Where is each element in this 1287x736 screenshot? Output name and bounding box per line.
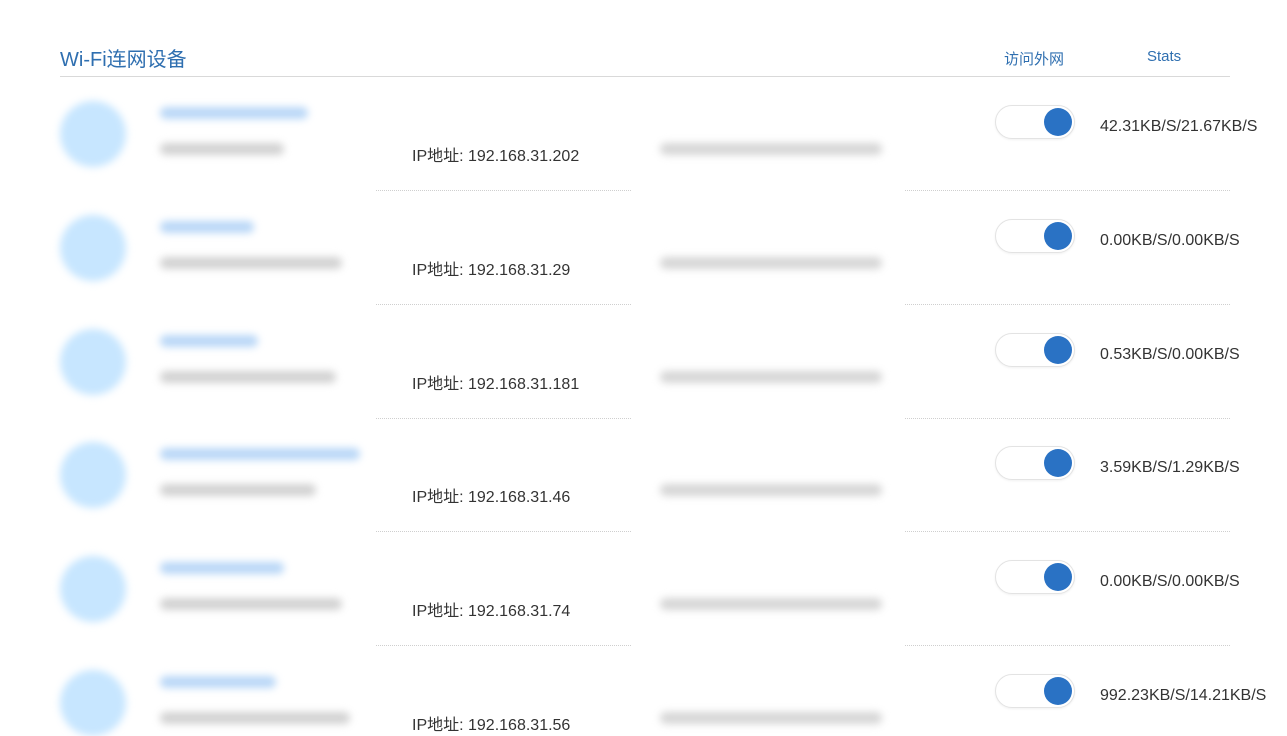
device-traffic-stats: 0.00KB/S/0.00KB/S (1100, 232, 1240, 249)
device-row: IP地址: 192.168.31.202 42.31KB/S/21.67KB/S (0, 87, 1287, 201)
device-ip-address: IP地址: 192.168.31.202 (412, 148, 580, 165)
device-avatar-icon (60, 442, 126, 508)
toggle-knob (1044, 677, 1072, 705)
device-list-header: Wi-Fi连网设备 访问外网 Stats (60, 36, 1230, 77)
device-traffic-stats: 42.31KB/S/21.67KB/S (1100, 118, 1258, 135)
device-row: IP地址: 192.168.31.46 3.59KB/S/1.29KB/S (0, 428, 1287, 542)
device-mac-redacted (660, 712, 882, 724)
device-row: IP地址: 192.168.31.56 992.23KB/S/14.21KB/S (0, 656, 1287, 736)
device-avatar-icon (60, 556, 126, 622)
device-traffic-stats: 3.59KB/S/1.29KB/S (1100, 459, 1240, 476)
device-mac-redacted (660, 143, 882, 155)
internet-access-toggle[interactable] (995, 446, 1075, 480)
device-info-redacted (160, 598, 342, 610)
device-info-redacted (160, 257, 342, 269)
device-info-redacted (160, 484, 316, 496)
row-divider (376, 304, 631, 305)
toggle-knob (1044, 108, 1072, 136)
internet-access-toggle[interactable] (995, 219, 1075, 253)
device-row: IP地址: 192.168.31.29 0.00KB/S/0.00KB/S (0, 201, 1287, 315)
column-header-stats: Stats (1147, 48, 1182, 65)
device-info-redacted (160, 712, 350, 724)
row-divider (376, 418, 631, 419)
device-avatar-icon (60, 101, 126, 167)
toggle-knob (1044, 222, 1072, 250)
device-name-redacted (160, 448, 360, 460)
device-info-redacted (160, 371, 336, 383)
row-divider (905, 531, 1230, 532)
device-name-redacted (160, 335, 258, 347)
row-divider (376, 190, 631, 191)
row-divider (376, 531, 631, 532)
device-name-redacted (160, 676, 276, 688)
internet-access-toggle[interactable] (995, 560, 1075, 594)
device-row: IP地址: 192.168.31.74 0.00KB/S/0.00KB/S (0, 542, 1287, 656)
device-avatar-icon (60, 215, 126, 281)
device-ip-address: IP地址: 192.168.31.29 (412, 262, 571, 279)
row-divider (905, 645, 1230, 646)
device-mac-redacted (660, 484, 882, 496)
toggle-knob (1044, 563, 1072, 591)
toggle-knob (1044, 449, 1072, 477)
internet-access-toggle[interactable] (995, 105, 1075, 139)
device-avatar-icon (60, 670, 126, 736)
device-name-redacted (160, 221, 254, 233)
toggle-knob (1044, 336, 1072, 364)
row-divider (376, 645, 631, 646)
page-title: Wi-Fi连网设备 (60, 49, 187, 71)
row-divider (905, 418, 1230, 419)
device-name-redacted (160, 107, 308, 119)
device-mac-redacted (660, 598, 882, 610)
column-header-internet-access: 访问外网 (1004, 51, 1065, 68)
device-ip-address: IP地址: 192.168.31.74 (412, 603, 571, 620)
device-traffic-stats: 992.23KB/S/14.21KB/S (1100, 687, 1267, 704)
device-mac-redacted (660, 371, 882, 383)
device-ip-address: IP地址: 192.168.31.56 (412, 717, 571, 734)
device-avatar-icon (60, 329, 126, 395)
internet-access-toggle[interactable] (995, 333, 1075, 367)
device-ip-address: IP地址: 192.168.31.46 (412, 489, 571, 506)
device-list-page: Wi-Fi连网设备 访问外网 Stats IP地址: 192.168.31.20… (0, 0, 1287, 736)
device-traffic-stats: 0.53KB/S/0.00KB/S (1100, 346, 1240, 363)
row-divider (905, 304, 1230, 305)
device-mac-redacted (660, 257, 882, 269)
device-row: IP地址: 192.168.31.181 0.53KB/S/0.00KB/S (0, 315, 1287, 429)
device-name-redacted (160, 562, 284, 574)
internet-access-toggle[interactable] (995, 674, 1075, 708)
device-ip-address: IP地址: 192.168.31.181 (412, 376, 580, 393)
device-info-redacted (160, 143, 284, 155)
row-divider (905, 190, 1230, 191)
device-traffic-stats: 0.00KB/S/0.00KB/S (1100, 573, 1240, 590)
